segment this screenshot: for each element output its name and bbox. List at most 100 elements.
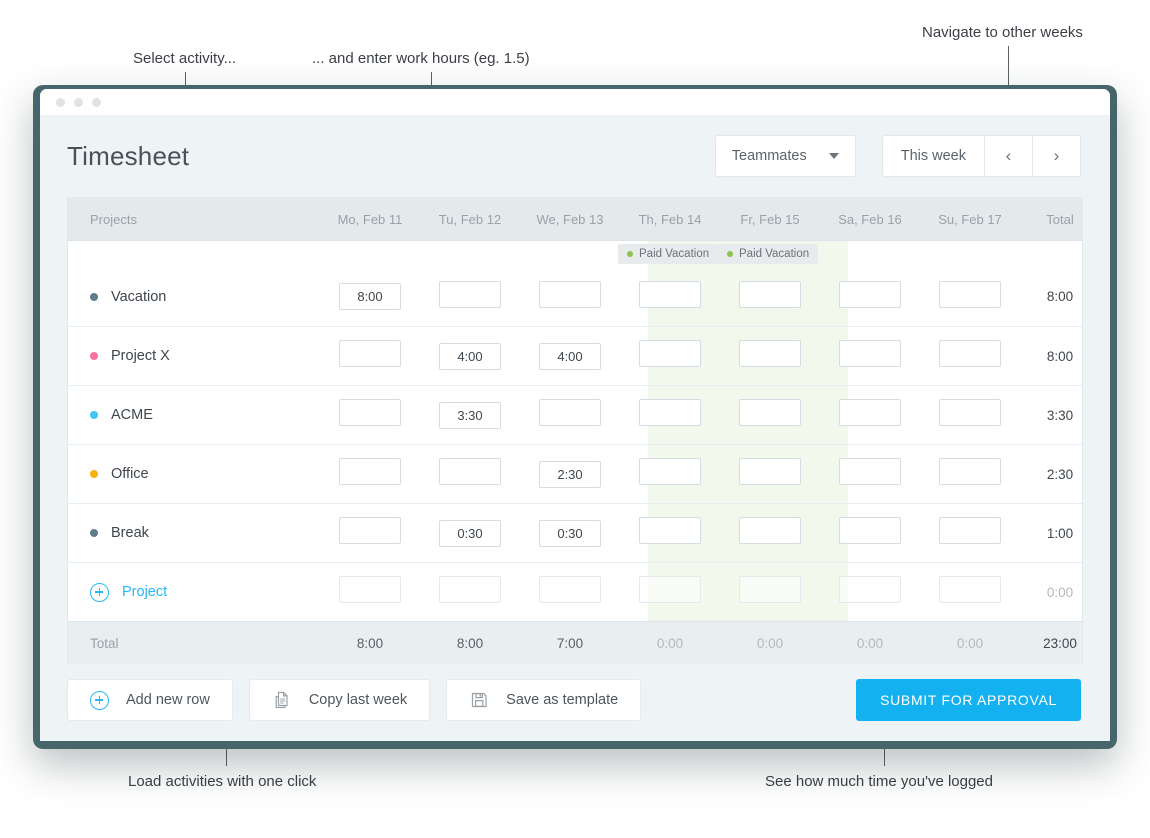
- hours-input[interactable]: [839, 340, 901, 367]
- hours-input[interactable]: [839, 280, 901, 308]
- hours-input[interactable]: [539, 280, 601, 308]
- hours-input[interactable]: [739, 458, 801, 485]
- project-cell[interactable]: Project: [68, 582, 320, 602]
- hours-cell: [520, 576, 620, 608]
- hours-cell: [620, 576, 720, 608]
- hours-input[interactable]: [939, 517, 1001, 544]
- hours-input[interactable]: [939, 280, 1001, 308]
- hours-input[interactable]: 2:30: [539, 460, 601, 488]
- next-week-icon[interactable]: ›: [1033, 135, 1081, 177]
- hours-cell: 4:00: [520, 342, 620, 370]
- window-minimize-dot[interactable]: [74, 97, 83, 107]
- hours-input[interactable]: [639, 458, 701, 485]
- window-content: Timesheet Teammates This week ‹ › Projec…: [40, 89, 1110, 741]
- table-body: Vacation 8:00 8:00 Project X 4:00 4:00 8:00 ACM…: [68, 267, 1082, 621]
- hours-cell: [320, 458, 420, 490]
- screenshot-stage: Select activity... ... and enter work ho…: [0, 0, 1150, 838]
- submit-for-approval-button[interactable]: SUBMIT FOR APPROVAL: [856, 679, 1081, 721]
- hours-cell: [820, 458, 920, 490]
- project-cell[interactable]: Project X: [68, 348, 320, 364]
- hours-input[interactable]: [339, 458, 401, 485]
- hours-input[interactable]: [939, 576, 1001, 603]
- hours-input[interactable]: [339, 340, 401, 367]
- hours-input[interactable]: [439, 458, 501, 485]
- hours-input[interactable]: 0:30: [439, 519, 501, 547]
- copy-last-week-button[interactable]: Copy last week: [248, 679, 431, 721]
- hours-input[interactable]: [539, 576, 601, 603]
- project-cell[interactable]: Office: [68, 466, 320, 482]
- hours-input[interactable]: 4:00: [539, 342, 601, 370]
- total-tue: 8:00: [456, 635, 484, 651]
- hours-input[interactable]: [639, 340, 701, 367]
- table-row: Break 0:30 0:30 1:00: [68, 503, 1082, 562]
- hours-cell: 3:30: [420, 401, 520, 429]
- hours-input[interactable]: [739, 340, 801, 367]
- add-new-row-button[interactable]: Add new row: [67, 679, 233, 721]
- status-badge-paid-vacation[interactable]: Paid Vacation: [718, 244, 819, 264]
- hours-cell: [620, 280, 720, 313]
- hours-input[interactable]: [939, 340, 1001, 367]
- hours-input[interactable]: [639, 517, 701, 544]
- row-total: 2:30: [1046, 466, 1074, 482]
- column-header-mon: Mo, Feb 11: [337, 211, 403, 227]
- hours-input[interactable]: [339, 517, 401, 544]
- badge-label: Paid Vacation: [739, 248, 810, 260]
- hours-input[interactable]: [939, 458, 1001, 485]
- previous-week-icon[interactable]: ‹: [985, 135, 1033, 177]
- project-name: Project X: [111, 348, 170, 364]
- hours-input[interactable]: [839, 517, 901, 544]
- column-header-fri: Fr, Feb 15: [740, 211, 800, 227]
- hours-cell: [820, 280, 920, 313]
- window-titlebar: [40, 89, 1110, 115]
- hours-input[interactable]: 0:30: [539, 519, 601, 547]
- hours-cell: [720, 399, 820, 431]
- hours-input[interactable]: 3:30: [439, 401, 501, 429]
- hours-cell: [920, 280, 1020, 313]
- total-mon: 8:00: [356, 635, 384, 651]
- hours-cell: [320, 576, 420, 608]
- timesheet-app: Timesheet Teammates This week ‹ › Projec…: [40, 115, 1110, 741]
- hours-input[interactable]: 4:00: [439, 342, 501, 370]
- hours-cell: [620, 340, 720, 372]
- project-cell[interactable]: ACME: [68, 407, 320, 423]
- hours-cell: [820, 576, 920, 608]
- hours-input[interactable]: [439, 280, 501, 308]
- project-color-dot-icon: [90, 411, 98, 419]
- hours-input[interactable]: [539, 399, 601, 426]
- hours-input[interactable]: [739, 576, 801, 603]
- this-week-button[interactable]: This week: [881, 135, 985, 177]
- hours-input[interactable]: [739, 399, 801, 426]
- teammates-dropdown[interactable]: Teammates: [714, 135, 856, 177]
- delete-row-cell: [1100, 579, 1110, 606]
- project-cell[interactable]: Vacation: [68, 289, 320, 305]
- hours-input[interactable]: 8:00: [339, 283, 401, 310]
- table-row: ACME 3:30 3:30: [68, 385, 1082, 444]
- column-header-total: Total: [1046, 211, 1074, 227]
- hours-input[interactable]: [639, 280, 701, 308]
- window-maximize-dot[interactable]: [92, 97, 101, 107]
- total-sat: 0:00: [856, 635, 884, 651]
- hours-cell: [920, 576, 1020, 608]
- badge-cell-fri: Paid Vacation: [718, 244, 820, 264]
- hours-input[interactable]: [639, 399, 701, 426]
- hours-input[interactable]: [939, 399, 1001, 426]
- week-navigation: This week ‹ ›: [881, 135, 1081, 177]
- project-color-dot-icon: [90, 529, 98, 537]
- hours-input[interactable]: [839, 458, 901, 485]
- hours-input[interactable]: [839, 399, 901, 426]
- hours-input[interactable]: [739, 280, 801, 308]
- hours-input[interactable]: [439, 576, 501, 603]
- hours-input[interactable]: [339, 576, 401, 603]
- hours-input[interactable]: [339, 399, 401, 426]
- window-close-dot[interactable]: [56, 97, 65, 107]
- hours-input[interactable]: [639, 576, 701, 603]
- save-as-template-button[interactable]: Save as template: [446, 679, 642, 721]
- hours-input[interactable]: [839, 576, 901, 603]
- teammates-label: Teammates: [731, 148, 807, 164]
- timesheet-table: Projects Mo, Feb 11 Tu, Feb 12 We, Feb 1…: [67, 197, 1083, 664]
- hours-cell: [420, 576, 520, 608]
- project-cell[interactable]: Break: [68, 525, 320, 541]
- hours-input[interactable]: [739, 517, 801, 544]
- grand-total: 23:00: [1043, 635, 1077, 651]
- status-badge-paid-vacation[interactable]: Paid Vacation: [618, 244, 719, 264]
